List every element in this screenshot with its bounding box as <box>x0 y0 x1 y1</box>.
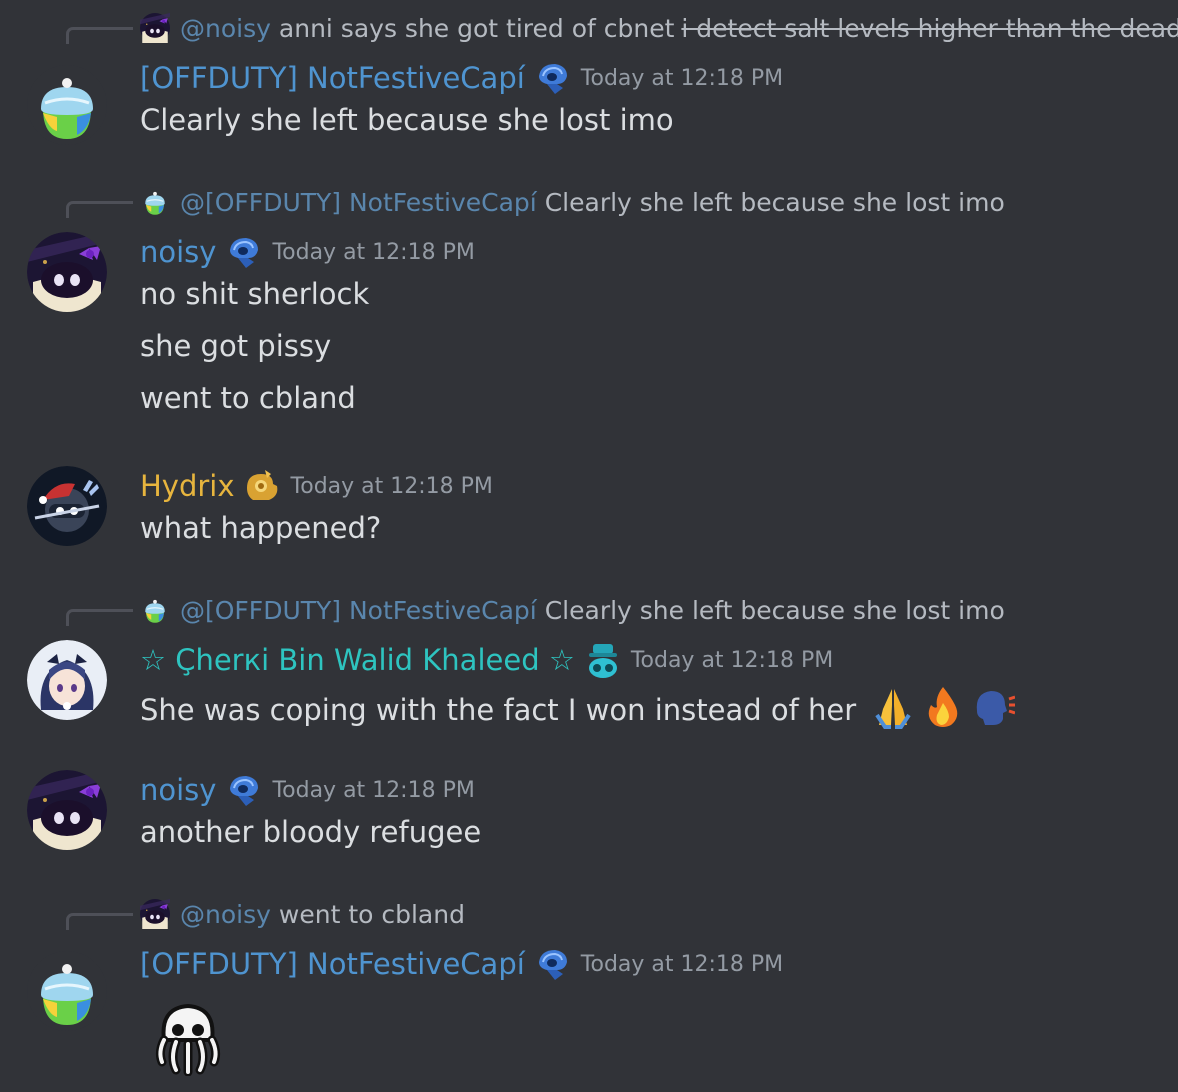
message-header: noisy Today at 12:18 PM <box>140 232 475 272</box>
reply-preview[interactable]: @noisy went to cbland <box>140 897 465 931</box>
reply-preview[interactable]: @[OFFDUTY] NotFestiveCapí Clearly she le… <box>140 593 1005 627</box>
capi-avatar[interactable] <box>27 65 107 145</box>
reply-preview[interactable]: @noisy anni says she got tired of cbnet … <box>140 11 1178 45</box>
timestamp[interactable]: Today at 12:18 PM <box>272 778 474 803</box>
timestamp[interactable]: Today at 12:18 PM <box>631 648 833 673</box>
message-header: noisy Today at 12:18 PM <box>140 770 475 810</box>
timestamp[interactable]: Today at 12:18 PM <box>291 474 493 499</box>
reply-strikethrough-text: i detect salt levels higher than the dea… <box>681 13 1178 43</box>
folded-hands-icon[interactable] <box>871 685 915 729</box>
capi-mini-avatar[interactable] <box>140 595 170 625</box>
noisy-avatar[interactable] <box>27 232 107 312</box>
message-text-content: She was coping with the fact I won inste… <box>140 693 857 727</box>
reply-preview[interactable]: @[OFFDUTY] NotFestiveCapí Clearly she le… <box>140 185 1005 219</box>
nitro-badge-icon[interactable] <box>243 466 283 506</box>
message-header: Hydrix Today at 12:18 PM <box>140 466 493 506</box>
message-header: [OFFDUTY] NotFestiveCapí Today at 12:18 … <box>140 944 783 984</box>
message-header: ☆ Çherкi Bin Walid Khaleed ☆ Today at 12… <box>140 640 833 680</box>
timestamp[interactable]: Today at 12:18 PM <box>272 240 474 265</box>
noisy-mini-avatar[interactable] <box>140 13 170 43</box>
capi-avatar[interactable] <box>27 951 107 1031</box>
nitro-badge-icon[interactable] <box>583 640 623 680</box>
reply-spine <box>66 913 133 930</box>
reply-mention[interactable]: @[OFFDUTY] NotFestiveCapí <box>180 596 537 625</box>
capi-mini-avatar[interactable] <box>140 187 170 217</box>
message-text: went to cbland <box>140 381 356 415</box>
fire-icon[interactable] <box>921 685 965 729</box>
noisy-mini-avatar[interactable] <box>140 899 170 929</box>
speaking-head-icon[interactable] <box>971 685 1015 729</box>
message-text: She was coping with the fact I won inste… <box>140 685 1015 729</box>
timestamp[interactable]: Today at 12:18 PM <box>581 952 783 977</box>
reply-spine <box>66 201 133 218</box>
cherki-avatar[interactable] <box>27 640 107 720</box>
nitro-badge-icon[interactable] <box>533 944 573 984</box>
reply-spine <box>66 609 133 626</box>
message-text: she got pissy <box>140 329 332 363</box>
hydrix-avatar[interactable] <box>27 466 107 546</box>
timestamp[interactable]: Today at 12:18 PM <box>581 66 783 91</box>
username[interactable]: [OFFDUTY] NotFestiveCapí <box>140 61 525 95</box>
username[interactable]: noisy <box>140 773 216 807</box>
octopus-ghost-icon[interactable] <box>150 1000 226 1076</box>
message-header: [OFFDUTY] NotFestiveCapí Today at 12:18 … <box>140 58 783 98</box>
nitro-badge-icon[interactable] <box>224 232 264 272</box>
message-text: no shit sherlock <box>140 277 370 311</box>
username[interactable]: noisy <box>140 235 216 269</box>
nitro-badge-icon[interactable] <box>224 770 264 810</box>
message-text: Clearly she left because she lost imo <box>140 103 674 137</box>
message-text: what happened? <box>140 511 382 545</box>
reply-mention[interactable]: @[OFFDUTY] NotFestiveCapí <box>180 188 537 217</box>
reply-text: Clearly she left because she lost imo <box>544 187 1005 217</box>
noisy-avatar[interactable] <box>27 770 107 850</box>
reply-mention[interactable]: @noisy <box>180 14 271 43</box>
reply-text: anni says she got tired of cbnet <box>278 13 675 43</box>
reply-mention[interactable]: @noisy <box>180 900 271 929</box>
username[interactable]: Hydrix <box>140 469 235 503</box>
reply-text: Clearly she left because she lost imo <box>544 595 1005 625</box>
username[interactable]: [OFFDUTY] NotFestiveCapí <box>140 947 525 981</box>
message-text: another bloody refugee <box>140 815 482 849</box>
username[interactable]: ☆ Çherкi Bin Walid Khaleed ☆ <box>140 643 575 677</box>
nitro-badge-icon[interactable] <box>533 58 573 98</box>
reply-spine <box>66 27 133 44</box>
reply-text: went to cbland <box>278 899 465 929</box>
